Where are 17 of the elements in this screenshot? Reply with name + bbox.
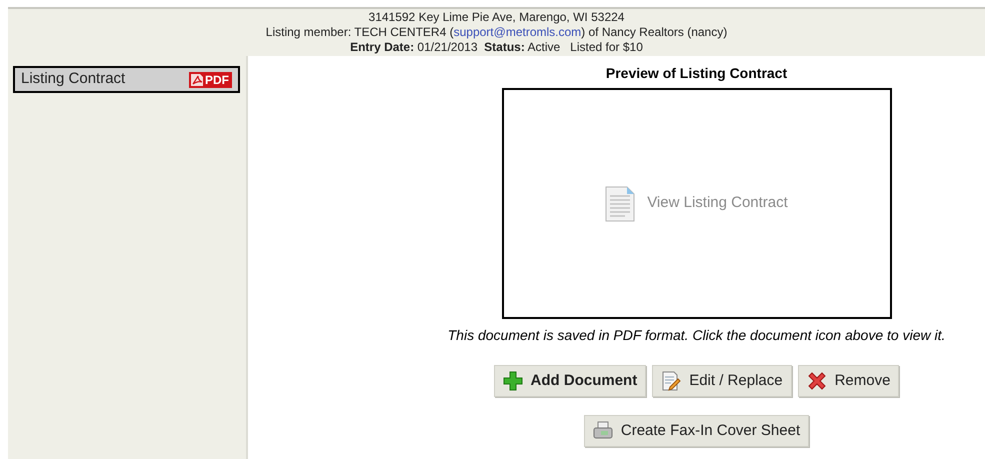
format-note: This document is saved in PDF format. Click the document icon above to view it. bbox=[448, 326, 946, 345]
fax-machine-icon bbox=[592, 421, 613, 441]
pdf-badge: PDF bbox=[189, 72, 232, 88]
sidebar-item[interactable]: Listing Contract PDF bbox=[13, 66, 240, 93]
plus-icon bbox=[502, 371, 523, 391]
remove-button[interactable]: Remove bbox=[798, 365, 900, 397]
add-document-button[interactable]: Add Document bbox=[494, 365, 646, 397]
pencil-on-page-icon bbox=[661, 371, 682, 391]
address-text: 3141592 Key Lime Pie Ave, Marengo, WI 53224 bbox=[368, 10, 624, 25]
email-link[interactable]: support@metromls.com bbox=[454, 25, 582, 39]
fax-cover-sheet-button[interactable]: Create Fax-In Cover Sheet bbox=[584, 415, 810, 447]
edit-replace-button[interactable]: Edit / Replace bbox=[652, 365, 792, 397]
document-icon bbox=[605, 186, 636, 222]
listing-member-text: Listing member: TECH CENTER4 (support@metromls.com) of Nancy Realtors (nancy) bbox=[266, 25, 728, 40]
preview-title: Preview of Listing Contract bbox=[606, 65, 788, 82]
entry-details-text: Entry Date: 01/21/2013 Status: Active Listed for $10 bbox=[350, 40, 643, 55]
cross-icon bbox=[806, 371, 827, 391]
